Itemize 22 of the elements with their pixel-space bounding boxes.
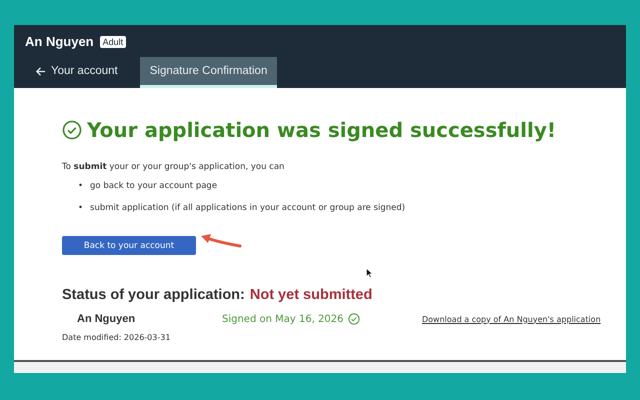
bullet-marker: •: [78, 180, 84, 192]
bullet-item: go back to your account page: [90, 180, 218, 192]
check-circle-icon: [62, 120, 82, 140]
back-to-account-button[interactable]: Back to your account: [62, 236, 196, 255]
mouse-cursor-icon: [366, 268, 373, 278]
nav-tab[interactable]: Signature Confirmation: [140, 57, 278, 88]
signed-date: Signed on May 16, 2026: [222, 314, 344, 324]
bullet-item: submit application (if all applications in your account or group are signed): [90, 202, 406, 214]
check-circle-icon: [348, 313, 360, 325]
date-modified: Date modified: 2026-03-31: [62, 333, 172, 342]
status-label: Status of your application:: [62, 287, 245, 303]
annotation-arrow-icon: [200, 233, 242, 249]
back-arrow-icon: [35, 66, 46, 77]
age-badge: Adult: [100, 36, 126, 48]
nav-tab[interactable]: Your account: [25, 57, 128, 88]
status-value: Not yet submitted: [250, 287, 372, 303]
user-name: An Nguyen: [25, 34, 94, 50]
success-heading: Your application was signed successfully!: [87, 118, 556, 142]
download-link[interactable]: Download a copy of An Nguyen's application: [422, 314, 601, 324]
bullet-marker: •: [78, 202, 84, 214]
intro-text: To submit your or your group's application, you can: [62, 162, 286, 172]
applicant-name: An Nguyen: [77, 313, 136, 325]
